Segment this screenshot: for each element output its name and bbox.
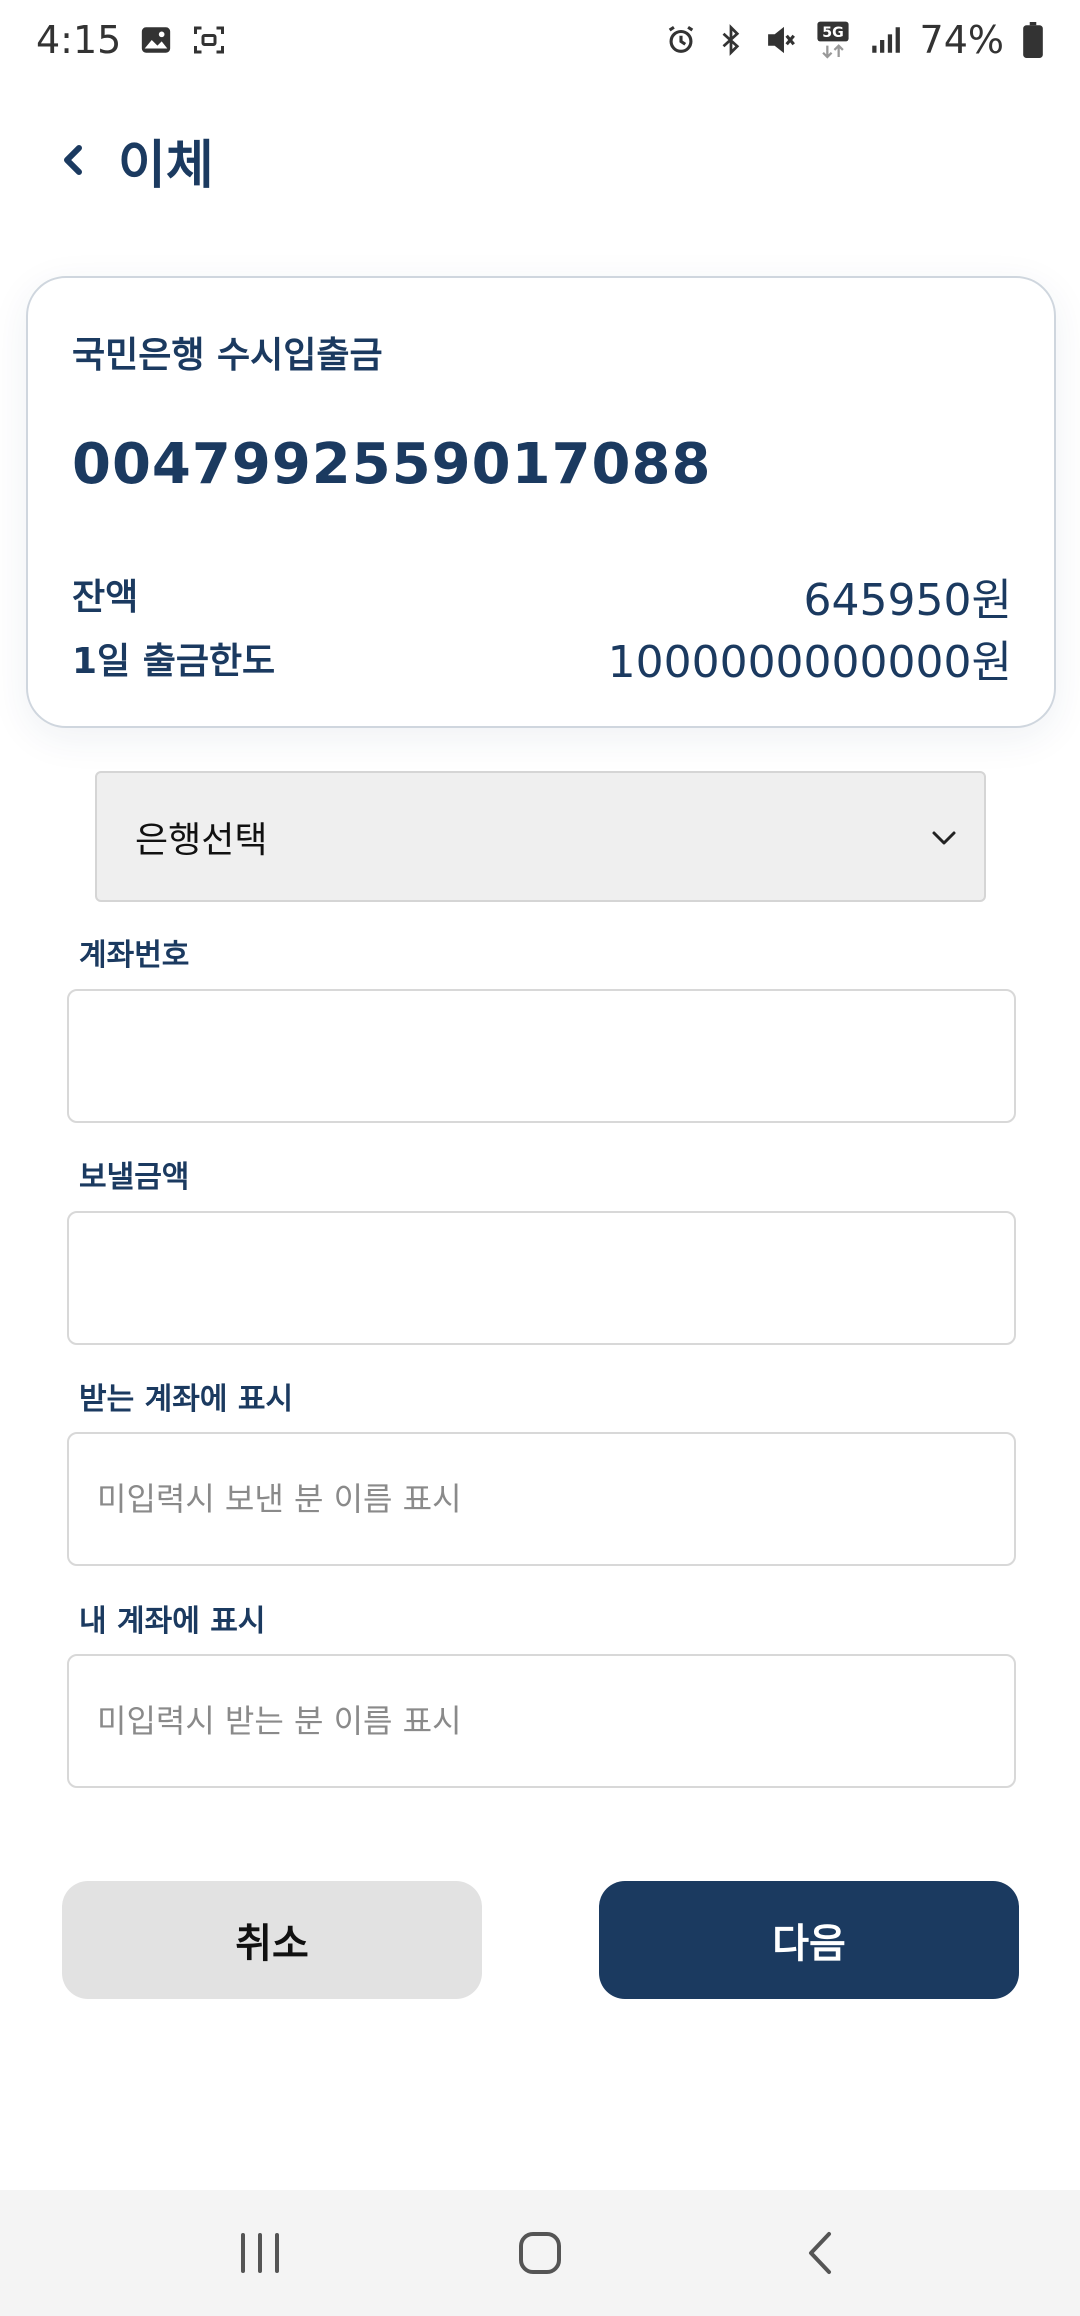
cancel-button[interactable]: 취소 (62, 1881, 482, 1999)
image-icon (139, 23, 173, 57)
recipient-memo-label: 받는 계좌에 표시 (79, 1382, 294, 1417)
header: 이체 (0, 100, 1080, 220)
balance-value: 645950원 (803, 575, 1012, 626)
system-nav-bar (0, 2190, 1080, 2316)
account-number: 0047992559017088 (72, 432, 712, 497)
balance-label: 잔액 (72, 577, 139, 618)
daily-limit-label: 1일 출금한도 (72, 641, 276, 682)
status-left: 4:15 (36, 18, 227, 62)
alarm-icon (664, 23, 698, 57)
next-button[interactable]: 다음 (599, 1881, 1019, 1999)
amount-label: 보낼금액 (79, 1160, 190, 1195)
my-memo-input[interactable] (67, 1654, 1016, 1788)
5g-icon: 5G (816, 20, 850, 60)
status-right: 5G 74% (664, 18, 1044, 62)
back-button[interactable] (52, 130, 92, 190)
battery-percent: 74% (919, 18, 1004, 62)
svg-text:5G: 5G (822, 25, 843, 41)
chevron-left-icon (64, 145, 82, 175)
recent-apps-icon (241, 2233, 279, 2273)
signal-icon (868, 23, 902, 57)
mute-icon (764, 23, 798, 57)
transfer-screen: 4:15 5G 74% 이체 국민은행 수시입출금 00479925590170… (0, 0, 1080, 2316)
account-name: 국민은행 수시입출금 (72, 335, 383, 376)
account-card: 국민은행 수시입출금 0047992559017088 잔액 645950원 1… (26, 276, 1056, 728)
my-memo-label: 내 계좌에 표시 (79, 1604, 266, 1639)
status-bar: 4:15 5G 74% (0, 0, 1080, 80)
bank-select[interactable]: 은행선택 (95, 771, 986, 902)
back-nav-button[interactable] (760, 2203, 880, 2303)
page-title: 이체 (118, 135, 214, 196)
chevron-down-icon (932, 831, 956, 844)
account-number-input[interactable] (67, 989, 1016, 1123)
screenshot-icon (191, 22, 227, 58)
amount-input[interactable] (67, 1211, 1016, 1345)
recent-apps-button[interactable] (200, 2203, 320, 2303)
status-time: 4:15 (36, 18, 122, 62)
home-button[interactable] (480, 2203, 600, 2303)
battery-icon (1022, 22, 1044, 58)
daily-limit-value: 1000000000000원 (607, 637, 1012, 688)
bank-select-value: 은행선택 (135, 819, 268, 861)
bluetooth-icon (716, 23, 746, 57)
recipient-memo-input[interactable] (67, 1432, 1016, 1566)
back-icon (809, 2232, 831, 2274)
home-icon (519, 2232, 561, 2274)
account-number-label: 계좌번호 (79, 938, 190, 973)
